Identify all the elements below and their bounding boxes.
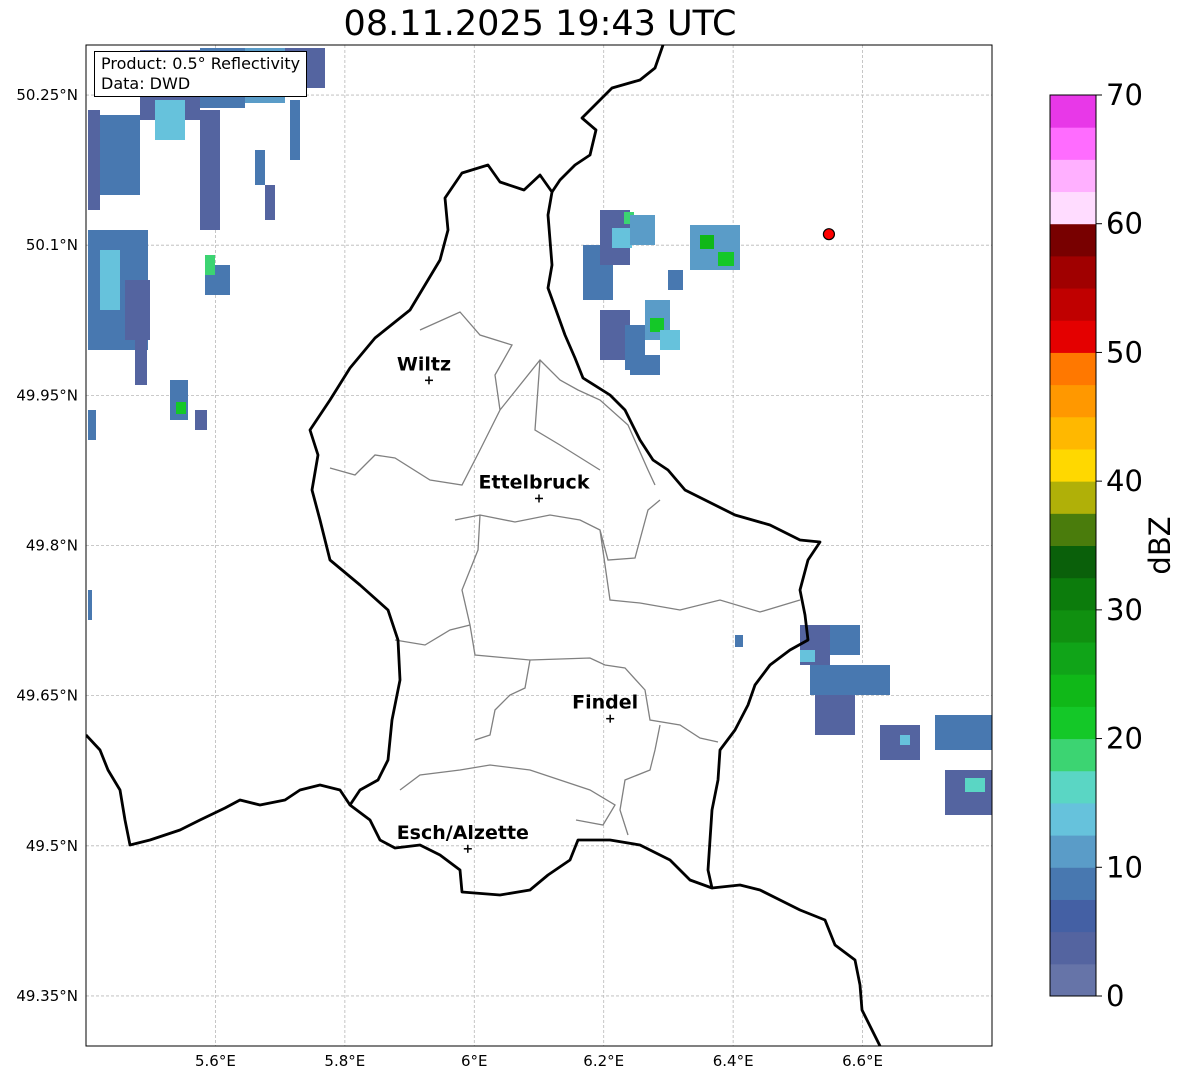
colorbar-tick-label: 60 [1106,207,1143,241]
product-info-box: Product: 0.5° Reflectivity Data: DWD [94,51,308,97]
colorbar-segment [1050,352,1096,386]
product-label: Product: 0.5° Reflectivity [101,54,301,73]
lat-tick-label: 50.25°N [16,86,78,104]
colorbar-segment [1050,642,1096,675]
city-label: Esch/Alzette [397,822,529,844]
colorbar-tick-label: 0 [1106,979,1124,1013]
colorbar-segment [1050,127,1096,160]
colorbar-tick-label: 40 [1106,464,1143,498]
lat-tick-label: 49.8°N [26,537,78,555]
colorbar-segment [1050,95,1096,128]
lon-tick-label: 5.6°E [195,1052,236,1070]
colorbar-segment [1050,609,1096,643]
colorbar-segment [1050,706,1096,740]
reflectivity-echoes [88,48,992,815]
colorbar-segment [1050,481,1096,514]
colorbar-segment [1050,899,1096,933]
lon-tick-label: 5.8°E [324,1052,365,1070]
colorbar-segment [1050,770,1096,804]
colorbar-segment [1050,931,1096,965]
colorbar-segment [1050,835,1096,868]
lat-tick-label: 49.65°N [16,687,78,705]
colorbar-segment [1050,963,1096,997]
lat-tick-label: 49.5°N [26,837,78,855]
colorbar-tick-label: 10 [1106,850,1143,884]
colorbar-segment [1050,416,1096,450]
lon-tick-label: 6°E [461,1052,488,1070]
colorbar-segment [1050,223,1096,257]
radar-figure: Wiltz Ettelbruck Findel Esch/Alzette 5.6°E 5… [16,44,1177,1070]
radar-site-marker [822,228,836,241]
graticule [86,45,992,1046]
colorbar-segment [1050,320,1096,353]
lon-tick-label: 6.6°E [842,1052,883,1070]
city-label: Ettelbruck [479,471,590,493]
colorbar-tick-label: 20 [1106,722,1143,756]
colorbar-segment [1050,738,1096,772]
lon-tick-label: 6.4°E [713,1052,754,1070]
lat-tick-label: 49.35°N [16,987,78,1005]
dbz-colorbar: 0 10 20 30 40 50 60 70 dBZ [1049,78,1177,1013]
colorbar-segment [1050,191,1096,225]
lat-tick-label: 49.95°N [16,386,78,404]
colorbar-segment [1050,545,1096,579]
colorbar-segment [1050,159,1096,193]
lat-tick-label: 50.1°N [26,236,78,254]
colorbar-segment [1050,288,1096,321]
colorbar-segment [1050,384,1096,418]
city-label: Wiltz [397,353,451,375]
colorbar-tick-label: 30 [1106,593,1143,627]
data-source-label: Data: DWD [101,74,191,93]
city-label: Findel [572,692,638,714]
colorbar-segment [1050,255,1096,289]
colorbar-segment [1050,513,1096,546]
colorbar-segment [1050,577,1096,611]
colorbar-segment [1050,867,1096,900]
colorbar-tick-label: 70 [1106,78,1143,112]
city-markers: Wiltz Ettelbruck Findel Esch/Alzette [397,353,638,853]
colorbar-segment [1050,674,1096,707]
colorbar-label: dBZ [1143,516,1177,574]
colorbar-segment [1050,448,1096,482]
colorbar-segment [1050,802,1096,836]
lon-tick-label: 6.2°E [583,1052,624,1070]
colorbar-tick-label: 50 [1106,335,1143,369]
